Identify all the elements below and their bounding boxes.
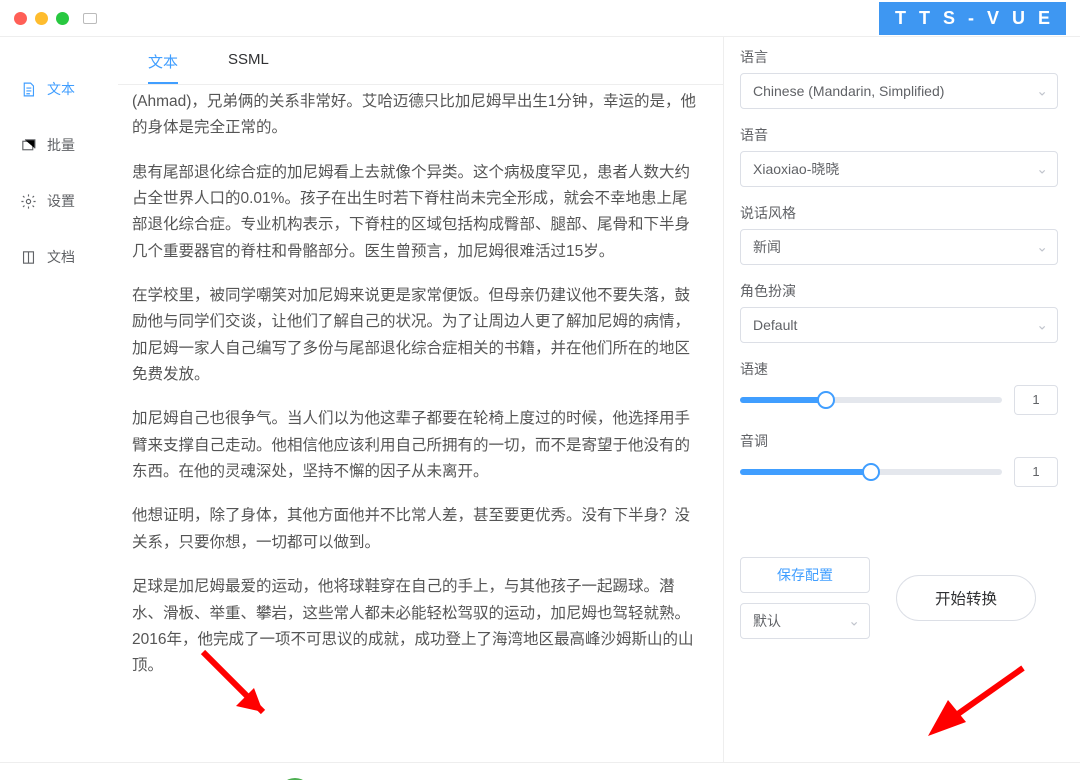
speed-value[interactable]: 1 bbox=[1014, 385, 1058, 415]
pitch-label: 音调 bbox=[740, 431, 1058, 451]
stack-icon bbox=[20, 137, 37, 154]
app-logo: T T S - V U E bbox=[879, 2, 1066, 35]
save-config-button[interactable]: 保存配置 bbox=[740, 557, 870, 593]
editor-paragraph: 在学校里，被同学嘲笑对加尼姆来说更是家常便饭。但母亲仍建议他不要失落，鼓励他与同… bbox=[132, 283, 699, 388]
language-select[interactable]: Chinese (Mandarin, Simplified) ⌄ bbox=[740, 73, 1058, 109]
window-restore-icon[interactable] bbox=[83, 13, 97, 24]
chevron-down-icon: ⌄ bbox=[1036, 83, 1048, 100]
chevron-down-icon: ⌄ bbox=[1036, 161, 1048, 178]
voice-value: Xiaoxiao-晓晓 bbox=[753, 159, 839, 179]
chevron-down-icon: ⌄ bbox=[1036, 317, 1048, 334]
tab-text[interactable]: 文本 bbox=[148, 45, 178, 84]
sidebar-item-batch[interactable]: 批量 bbox=[0, 117, 118, 173]
voice-label: 语音 bbox=[740, 125, 1058, 145]
editor-paragraph: (Ahmad)，兄弟俩的关系非常好。艾哈迈德只比加尼姆早出生1分钟，幸运的是，他… bbox=[132, 89, 699, 142]
document-icon bbox=[20, 81, 37, 98]
role-value: Default bbox=[753, 317, 797, 333]
style-select[interactable]: 新闻 ⌄ bbox=[740, 229, 1058, 265]
sidebar-item-settings[interactable]: 设置 bbox=[0, 173, 118, 229]
speed-slider[interactable] bbox=[740, 397, 1002, 403]
sidebar: 文本 批量 设置 文档 bbox=[0, 36, 118, 762]
editor-paragraph: 患有尾部退化综合症的加尼姆看上去就像个异类。这个病极度罕见，患者人数大约占全世界… bbox=[132, 160, 699, 265]
audio-player: 3:20 / 3:20 bbox=[0, 762, 1080, 780]
style-label: 说话风格 bbox=[740, 203, 1058, 223]
window-close-dot[interactable] bbox=[14, 12, 27, 25]
settings-panel: 语言 Chinese (Mandarin, Simplified) ⌄ 语音 X… bbox=[738, 37, 1080, 762]
chevron-down-icon: ⌄ bbox=[848, 613, 860, 630]
language-value: Chinese (Mandarin, Simplified) bbox=[753, 83, 944, 99]
config-select[interactable]: 默认 ⌄ bbox=[740, 603, 870, 639]
window-minimize-dot[interactable] bbox=[35, 12, 48, 25]
slider-thumb[interactable] bbox=[862, 463, 880, 481]
config-value: 默认 bbox=[753, 611, 781, 631]
text-editor[interactable]: (Ahmad)，兄弟俩的关系非常好。艾哈迈德只比加尼姆早出生1分钟，幸运的是，他… bbox=[118, 85, 723, 762]
sidebar-item-docs[interactable]: 文档 bbox=[0, 229, 118, 285]
sidebar-item-label: 批量 bbox=[47, 135, 75, 155]
editor-paragraph: 他想证明，除了身体，其他方面他并不比常人差，甚至要更优秀。没有下半身？没关系，只… bbox=[132, 503, 699, 556]
editor-paragraph: 足球是加尼姆最爱的运动，他将球鞋穿在自己的手上，与其他孩子一起踢球。潜水、滑板、… bbox=[132, 574, 699, 679]
language-label: 语言 bbox=[740, 47, 1058, 67]
pitch-slider[interactable] bbox=[740, 469, 1002, 475]
style-value: 新闻 bbox=[753, 237, 781, 257]
window-zoom-dot[interactable] bbox=[56, 12, 69, 25]
editor-tabs: 文本 SSML bbox=[118, 37, 723, 85]
voice-select[interactable]: Xiaoxiao-晓晓 ⌄ bbox=[740, 151, 1058, 187]
editor-paragraph: 加尼姆自己也很争气。当人们以为他这辈子都要在轮椅上度过的时候，他选择用手臂来支撑… bbox=[132, 406, 699, 485]
role-select[interactable]: Default ⌄ bbox=[740, 307, 1058, 343]
sidebar-item-label: 设置 bbox=[47, 191, 75, 211]
slider-thumb[interactable] bbox=[817, 391, 835, 409]
speed-label: 语速 bbox=[740, 359, 1058, 379]
tab-ssml[interactable]: SSML bbox=[228, 45, 269, 84]
role-label: 角色扮演 bbox=[740, 281, 1058, 301]
book-icon bbox=[20, 249, 37, 266]
sidebar-item-label: 文本 bbox=[47, 79, 75, 99]
sidebar-item-text[interactable]: 文本 bbox=[0, 61, 118, 117]
chevron-down-icon: ⌄ bbox=[1036, 239, 1048, 256]
gear-icon bbox=[20, 193, 37, 210]
pitch-value[interactable]: 1 bbox=[1014, 457, 1058, 487]
sidebar-item-label: 文档 bbox=[47, 247, 75, 267]
start-convert-button[interactable]: 开始转换 bbox=[896, 575, 1036, 621]
